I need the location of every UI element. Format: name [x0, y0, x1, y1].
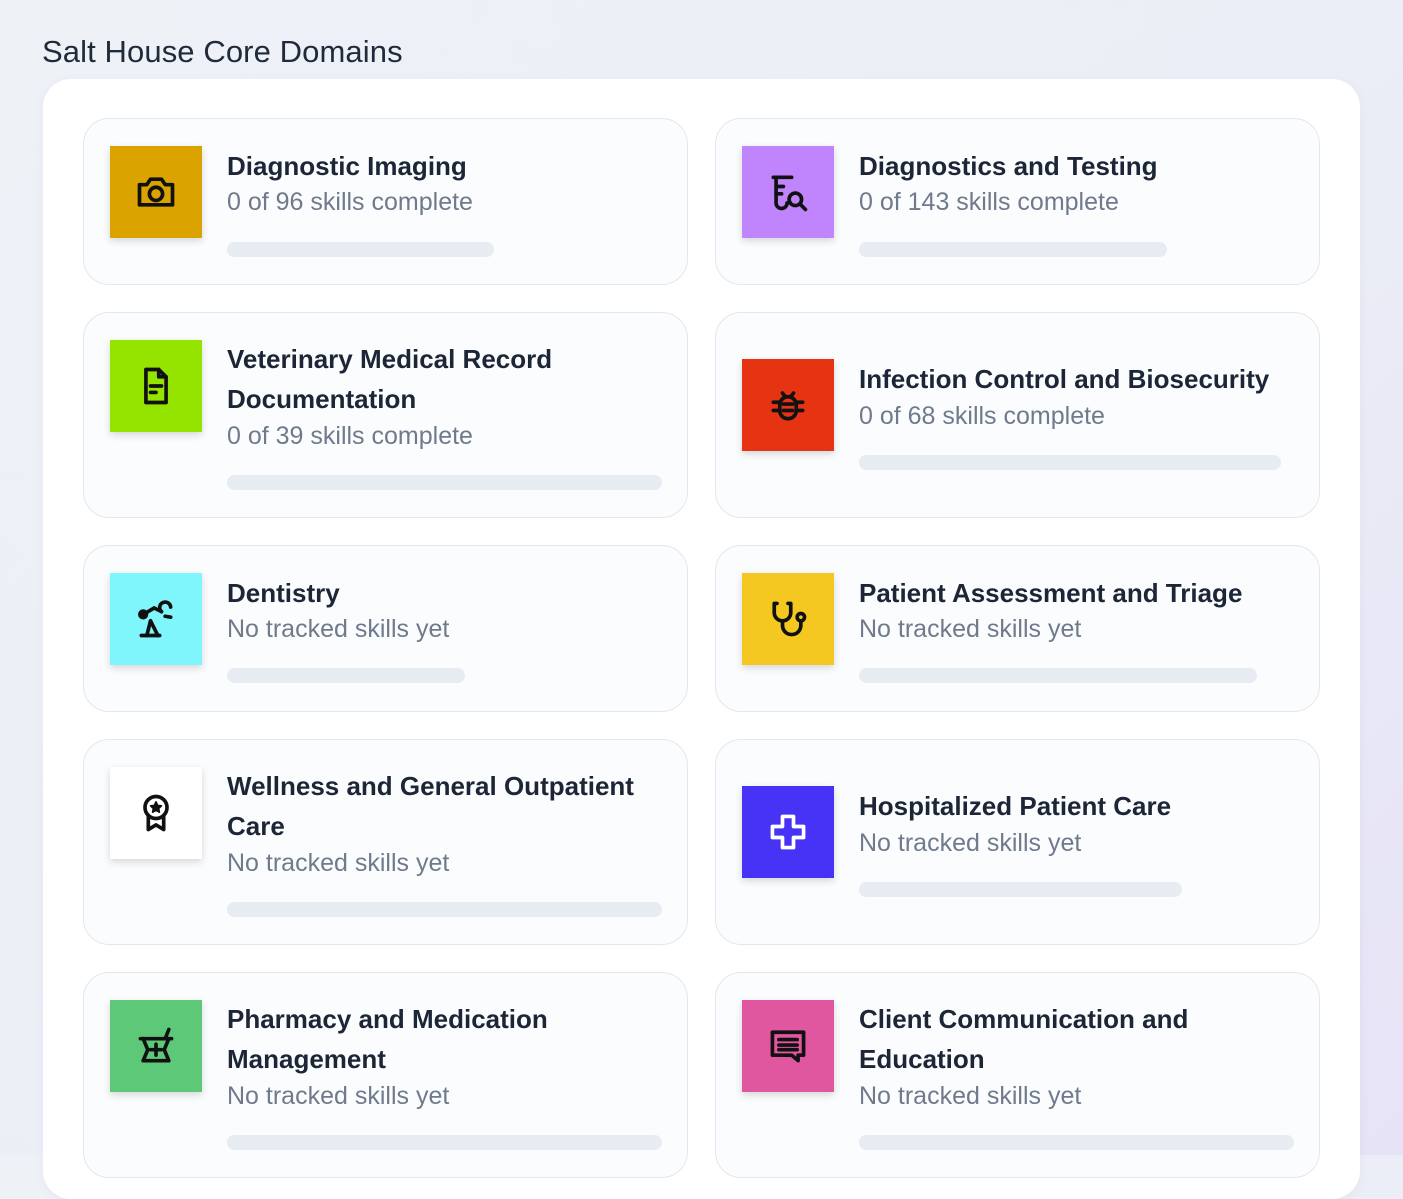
domain-status: No tracked skills yet: [859, 829, 1082, 857]
domain-icon-tile: [742, 786, 834, 878]
domain-status: No tracked skills yet: [227, 1082, 450, 1110]
domain-icon-tile: [742, 359, 834, 451]
domain-title: Veterinary Medical Record Documentation: [227, 344, 553, 414]
progress-bar: [227, 668, 465, 683]
progress-bar: [227, 1135, 662, 1150]
domains-panel: Diagnostic Imaging 0 of 96 skills comple…: [43, 79, 1360, 1199]
domain-status: No tracked skills yet: [227, 849, 450, 877]
domain-card-hospitalized-care[interactable]: Hospitalized Patient Care No tracked ski…: [715, 739, 1320, 945]
domain-title: Wellness and General Outpatient Care: [227, 771, 634, 841]
page-title: Salt House Core Domains: [42, 34, 403, 69]
domain-status: No tracked skills yet: [859, 1082, 1082, 1110]
domain-icon-tile: [742, 573, 834, 665]
progress-bar: [227, 242, 494, 257]
progress-bar: [227, 902, 662, 917]
domain-status: 0 of 143 skills complete: [859, 188, 1119, 216]
domain-title: Client Communication and Education: [859, 1004, 1189, 1074]
bug-icon: [771, 391, 805, 421]
domain-icon-tile: [110, 146, 202, 238]
domain-card-medical-records[interactable]: Veterinary Medical Record Documentation …: [83, 312, 688, 518]
domain-card-diagnostic-imaging[interactable]: Diagnostic Imaging 0 of 96 skills comple…: [83, 118, 688, 285]
domain-icon-tile: [110, 340, 202, 432]
domain-title: Dentistry: [227, 578, 340, 608]
award-ribbon-icon: [143, 794, 169, 832]
domain-icon-tile: [742, 146, 834, 238]
domain-title: Patient Assessment and Triage: [859, 578, 1243, 608]
domain-card-wellness[interactable]: Wellness and General Outpatient Care No …: [83, 739, 688, 945]
domain-card-client-communication[interactable]: Client Communication and Education No tr…: [715, 972, 1320, 1178]
domain-title: Hospitalized Patient Care: [859, 791, 1172, 821]
domain-icon-tile: [742, 1000, 834, 1092]
dental-tool-icon: [138, 600, 173, 638]
test-tube-search-icon: [771, 175, 808, 212]
domain-icon-tile: [110, 1000, 202, 1092]
progress-bar: [859, 242, 1167, 257]
progress-bar: [227, 475, 662, 490]
domain-status: 0 of 96 skills complete: [227, 188, 473, 216]
stethoscope-icon: [772, 601, 807, 637]
domain-card-dentistry[interactable]: Dentistry No tracked skills yet: [83, 545, 688, 712]
domain-card-infection-control[interactable]: Infection Control and Biosecurity 0 of 6…: [715, 312, 1320, 518]
domain-status: No tracked skills yet: [227, 615, 450, 643]
domain-title: Infection Control and Biosecurity: [859, 364, 1270, 394]
message-icon: [770, 1030, 806, 1063]
domain-status: No tracked skills yet: [859, 615, 1082, 643]
domain-status: 0 of 39 skills complete: [227, 422, 473, 450]
domain-icon-tile: [110, 573, 202, 665]
domain-card-pharmacy[interactable]: Pharmacy and Medication Management No tr…: [83, 972, 688, 1178]
progress-bar: [859, 455, 1281, 470]
progress-bar: [859, 882, 1182, 897]
domain-status: 0 of 68 skills complete: [859, 402, 1105, 430]
mortar-pestle-icon: [138, 1027, 174, 1063]
domain-title: Diagnostics and Testing: [859, 151, 1158, 181]
camera-icon: [137, 177, 175, 207]
medical-cross-icon: [770, 814, 806, 850]
domain-card-diagnostics-testing[interactable]: Diagnostics and Testing 0 of 143 skills …: [715, 118, 1320, 285]
progress-bar: [859, 668, 1257, 683]
domain-card-patient-assessment[interactable]: Patient Assessment and Triage No tracked…: [715, 545, 1320, 712]
domain-icon-tile: [110, 767, 202, 859]
domain-title: Pharmacy and Medication Management: [227, 1004, 548, 1074]
domain-title: Diagnostic Imaging: [227, 151, 467, 181]
progress-bar: [859, 1135, 1294, 1150]
document-icon: [144, 367, 168, 405]
